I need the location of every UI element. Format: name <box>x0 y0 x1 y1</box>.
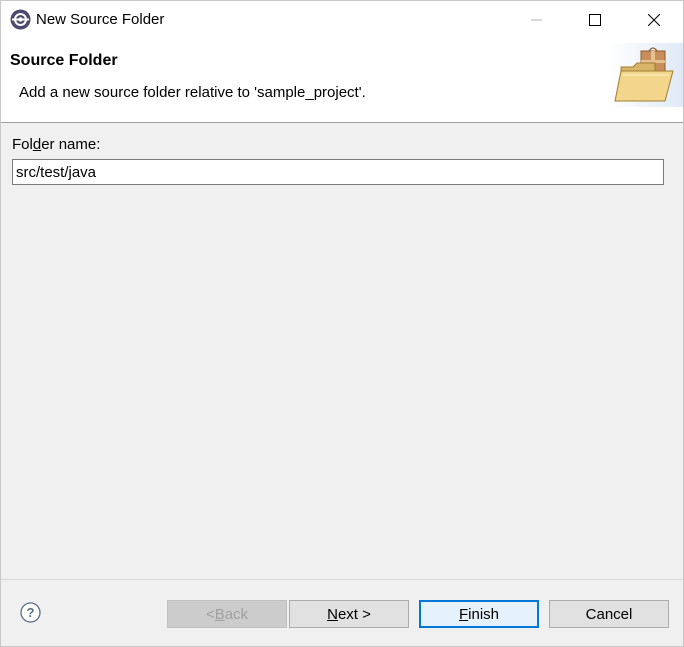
next-button[interactable]: Next > <box>289 600 409 628</box>
page-description: Add a new source folder relative to 'sam… <box>19 84 366 101</box>
folder-name-input[interactable] <box>12 159 664 185</box>
cancel-button[interactable]: Cancel <box>549 600 669 628</box>
svg-text:?: ? <box>27 605 35 620</box>
footer-separator <box>1 579 683 580</box>
minimize-button[interactable] <box>508 1 566 39</box>
help-icon[interactable]: ? <box>20 602 41 623</box>
minimize-icon <box>531 19 542 21</box>
window-title: New Source Folder <box>36 11 165 28</box>
close-icon <box>648 14 660 26</box>
finish-button[interactable]: Finish <box>419 600 539 628</box>
maximize-icon <box>589 14 601 26</box>
eclipse-icon <box>10 9 31 30</box>
page-title: Source Folder <box>10 52 118 69</box>
wizard-banner: Source Folder Add a new source folder re… <box>1 39 683 123</box>
maximize-button[interactable] <box>566 1 624 39</box>
folder-name-label: Folder name: <box>12 136 101 153</box>
title-bar: New Source Folder <box>1 1 683 39</box>
dialog-window: New Source Folder Source Folder Add a ne… <box>0 0 684 647</box>
back-button[interactable]: < Back <box>167 600 287 628</box>
folder-package-icon <box>609 43 683 107</box>
close-button[interactable] <box>625 1 683 39</box>
